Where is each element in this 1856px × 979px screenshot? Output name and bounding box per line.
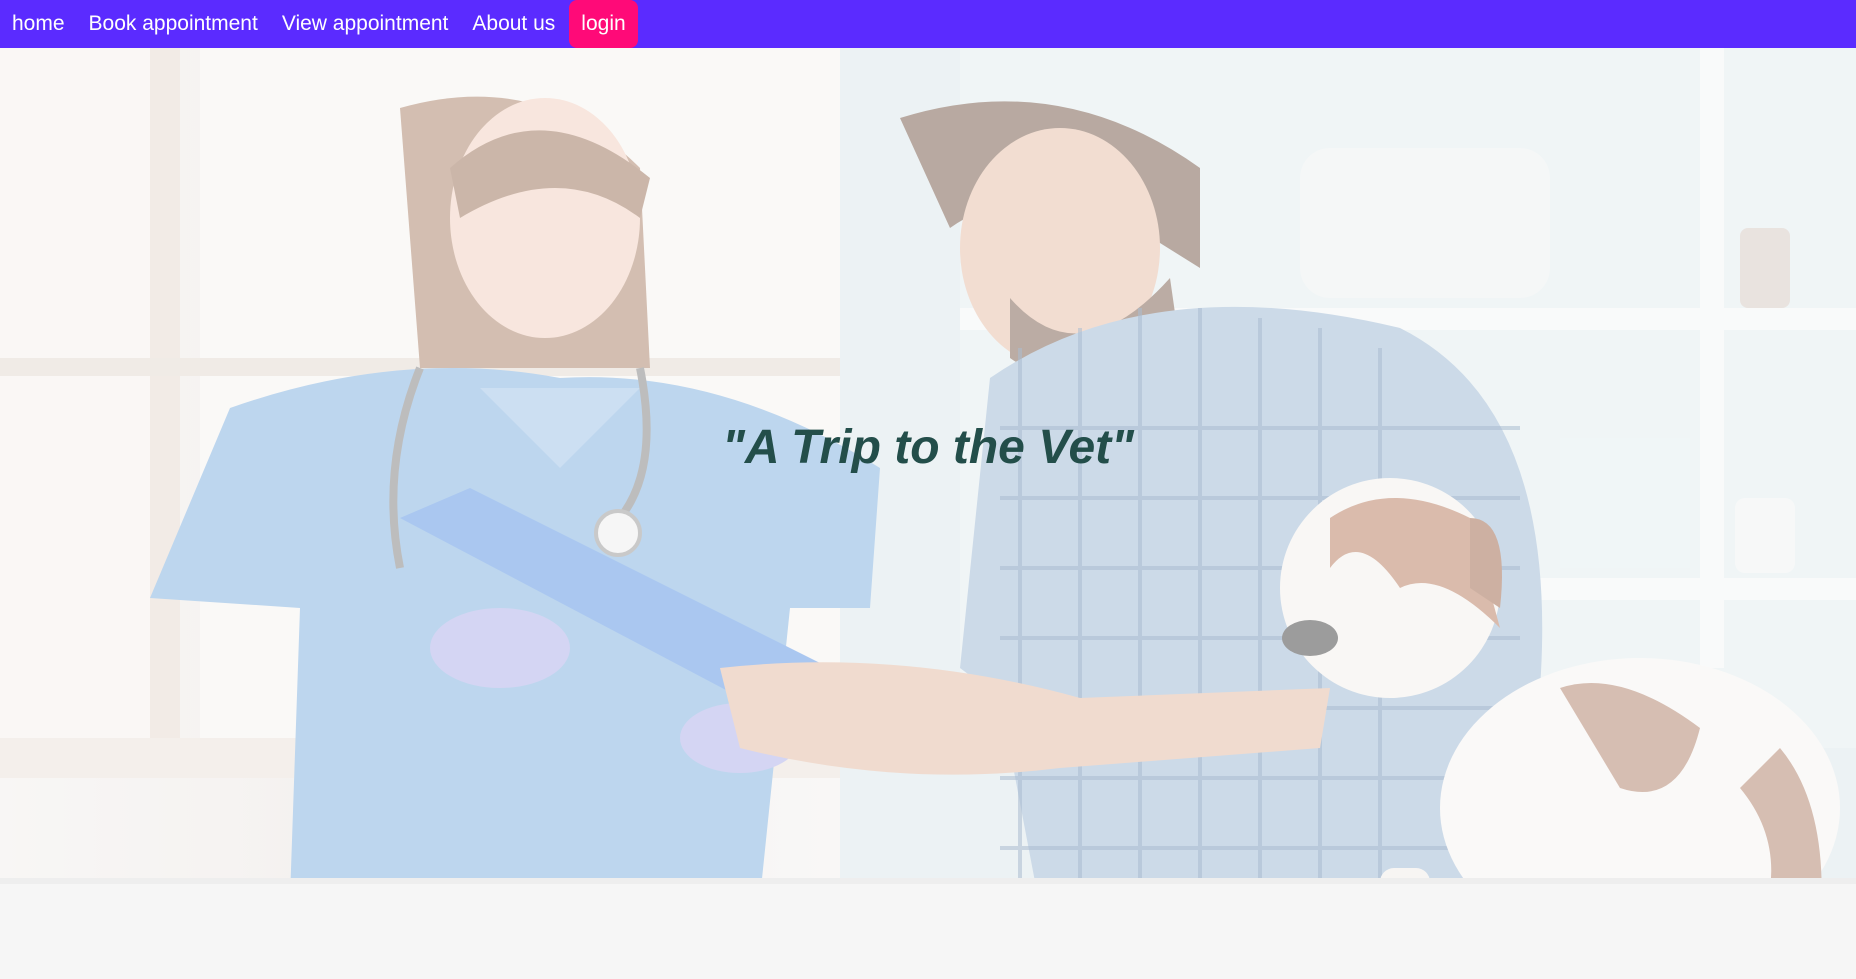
nav-view-appointment-link[interactable]: View appointment <box>270 0 461 48</box>
nav-book-appointment-link[interactable]: Book appointment <box>77 0 270 48</box>
nav-about-us-link[interactable]: About us <box>460 0 567 48</box>
login-button[interactable]: login <box>569 0 638 48</box>
image-overlay <box>0 48 1856 979</box>
hero-title: "A Trip to the Vet" <box>722 421 1134 474</box>
hero-section: "A Trip to the Vet" <box>0 48 1856 979</box>
top-navbar: home Book appointment View appointment A… <box>0 0 1856 48</box>
nav-home-link[interactable]: home <box>0 0 77 48</box>
